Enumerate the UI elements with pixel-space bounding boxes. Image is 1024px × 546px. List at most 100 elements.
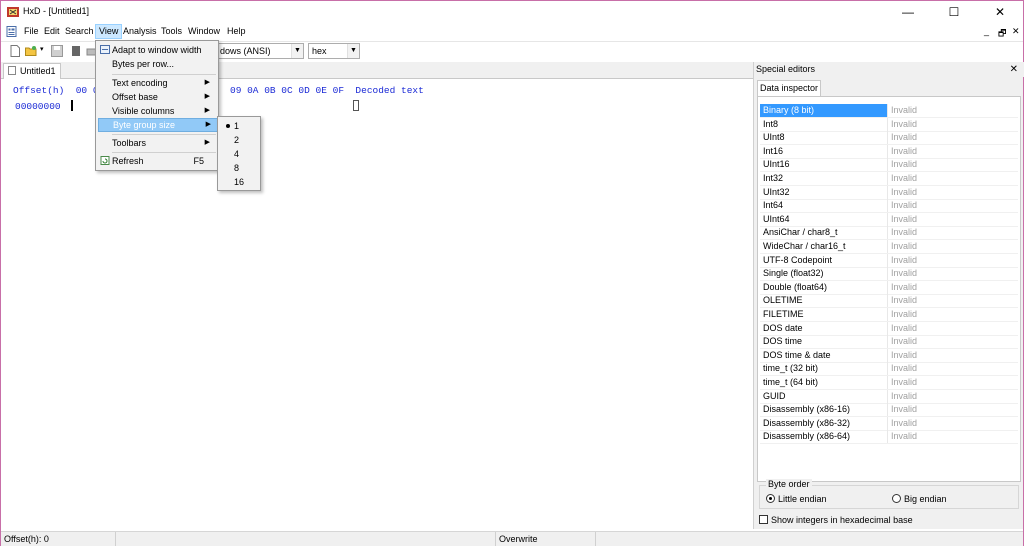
maximize-button[interactable]: ☐ (931, 1, 977, 23)
byte-group-option-4[interactable]: 4 (220, 147, 258, 161)
menu-analysis[interactable]: Analysis (120, 24, 160, 39)
inspector-row[interactable]: Disassembly (x86-16) Invalid (760, 403, 1018, 418)
offset-cell: 00000000 (15, 101, 61, 112)
inspector-value[interactable]: Invalid (891, 131, 917, 144)
inspector-row[interactable]: GUID Invalid (760, 389, 1018, 404)
title-bar: HxD - [Untitled1] — ☐ ✕ (1, 1, 1023, 23)
menu-edit[interactable]: Edit (41, 24, 63, 39)
inspector-row[interactable]: Int64 Invalid (760, 199, 1018, 214)
inspector-type-name: Single (float32) (760, 267, 888, 281)
encoding-select[interactable]: dows (ANSI) ▼ (216, 43, 304, 59)
inspector-row[interactable]: WideChar / char16_t Invalid (760, 240, 1018, 254)
open-file-icon[interactable] (25, 45, 37, 57)
mdi-restore-button[interactable]: 🗗 (998, 26, 1006, 42)
inspector-value[interactable]: Invalid (891, 240, 917, 253)
inspector-row[interactable]: UInt64 Invalid (760, 212, 1018, 227)
tab-untitled1[interactable]: Untitled1 (3, 63, 61, 79)
inspector-value[interactable]: Invalid (891, 213, 917, 226)
big-endian-radio[interactable]: Big endian (892, 494, 947, 504)
inspector-value[interactable]: Invalid (891, 267, 917, 280)
inspector-row[interactable]: Binary (8 bit) Invalid (760, 104, 1018, 118)
menu-item-text-encoding[interactable]: Text encoding ▶ (98, 76, 216, 90)
inspector-row[interactable]: UTF-8 Codepoint Invalid (760, 253, 1018, 268)
inspector-value[interactable]: Invalid (891, 362, 917, 375)
byte-group-option-16[interactable]: 16 (220, 175, 258, 189)
offset-base-select[interactable]: hex ▼ (308, 43, 360, 59)
close-button[interactable]: ✕ (977, 1, 1023, 23)
inspector-row[interactable]: DOS date Invalid (760, 321, 1018, 336)
inspector-value[interactable]: Invalid (891, 158, 917, 171)
inspector-value[interactable]: Invalid (891, 403, 917, 416)
tab-data-inspector[interactable]: Data inspector (757, 80, 821, 96)
inspector-value[interactable]: Invalid (891, 118, 917, 131)
inspector-type-name: UTF-8 Codepoint (760, 253, 888, 267)
inspector-value[interactable]: Invalid (891, 172, 917, 185)
inspector-row[interactable]: time_t (64 bit) Invalid (760, 376, 1018, 390)
inspector-type-name: DOS date (760, 321, 888, 335)
menu-item-visible-columns[interactable]: Visible columns ▶ (98, 104, 216, 118)
menu-file[interactable]: File (21, 24, 42, 39)
inspector-row[interactable]: DOS time & date Invalid (760, 348, 1018, 363)
menu-window[interactable]: Window (185, 24, 223, 39)
menu-search[interactable]: Search (62, 24, 97, 39)
inspector-row[interactable]: Single (float32) Invalid (760, 267, 1018, 282)
selected-bullet-icon (226, 124, 230, 128)
menu-item-adapt-width[interactable]: Adapt to window width (98, 43, 216, 57)
inspector-row[interactable]: AnsiChar / char8_t Invalid (760, 226, 1018, 241)
mdi-minimize-button[interactable]: _ (984, 26, 989, 36)
inspector-value[interactable]: Invalid (891, 417, 917, 430)
open-dropdown-arrow-icon[interactable]: ▾ (40, 45, 44, 53)
minimize-button[interactable]: — (885, 1, 931, 23)
hex-integers-checkbox[interactable]: Show integers in hexadecimal base (759, 515, 913, 525)
document-icon[interactable] (6, 26, 17, 37)
byte-group-option-8[interactable]: 8 (220, 161, 258, 175)
byte-order-legend: Byte order (766, 479, 812, 489)
inspector-row[interactable]: Int16 Invalid (760, 144, 1018, 159)
inspector-type-name: Int32 (760, 172, 888, 185)
mdi-close-button[interactable]: ✕ (1012, 26, 1020, 37)
inspector-value[interactable]: Invalid (891, 186, 917, 199)
inspector-row[interactable]: UInt32 Invalid (760, 185, 1018, 200)
inspector-row[interactable]: Int32 Invalid (760, 172, 1018, 186)
inspector-row[interactable]: DOS time Invalid (760, 335, 1018, 350)
inspector-row[interactable]: Int8 Invalid (760, 117, 1018, 132)
inspector-value[interactable]: Invalid (891, 199, 917, 212)
inspector-row[interactable]: time_t (32 bit) Invalid (760, 362, 1018, 377)
inspector-value[interactable]: Invalid (891, 104, 917, 117)
menu-item-refresh[interactable]: Refresh F5 (98, 154, 216, 168)
inspector-value[interactable]: Invalid (891, 226, 917, 239)
inspector-row[interactable]: Disassembly (x86-32) Invalid (760, 416, 1018, 431)
inspector-value[interactable]: Invalid (891, 294, 917, 307)
inspector-row[interactable]: Double (float64) Invalid (760, 280, 1018, 295)
inspector-value[interactable]: Invalid (891, 254, 917, 267)
menu-tools[interactable]: Tools (158, 24, 185, 39)
inspector-row[interactable]: UInt8 Invalid (760, 131, 1018, 146)
inspector-value[interactable]: Invalid (891, 390, 917, 403)
inspector-value[interactable]: Invalid (891, 430, 917, 443)
inspector-row[interactable]: OLETIME Invalid (760, 294, 1018, 309)
menu-help[interactable]: Help (224, 24, 249, 39)
inspector-row[interactable]: UInt16 Invalid (760, 158, 1018, 173)
menu-item-bytes-per-row[interactable]: Bytes per row... (98, 57, 216, 71)
byte-group-option-1[interactable]: 1 (220, 119, 258, 133)
close-icon[interactable]: ✕ (1010, 62, 1018, 77)
inspector-value[interactable]: Invalid (891, 308, 917, 321)
byte-group-option-2[interactable]: 2 (220, 133, 258, 147)
hex-caret (71, 100, 73, 111)
inspector-row[interactable]: Disassembly (x86-64) Invalid (760, 430, 1018, 445)
inspector-value[interactable]: Invalid (891, 145, 917, 158)
menu-item-toolbars[interactable]: Toolbars ▶ (98, 136, 216, 150)
inspector-value[interactable]: Invalid (891, 376, 917, 389)
menu-item-offset-base[interactable]: Offset base ▶ (98, 90, 216, 104)
inspector-value[interactable]: Invalid (891, 322, 917, 335)
menu-item-byte-group-size[interactable]: Byte group size ▶ (98, 118, 218, 132)
save-icon[interactable] (51, 45, 63, 57)
little-endian-radio[interactable]: Little endian (766, 494, 827, 504)
close-file-icon[interactable] (71, 45, 83, 57)
new-file-icon[interactable] (9, 45, 21, 57)
menu-view[interactable]: View (95, 24, 123, 39)
inspector-value[interactable]: Invalid (891, 349, 917, 362)
inspector-value[interactable]: Invalid (891, 335, 917, 348)
inspector-value[interactable]: Invalid (891, 281, 917, 294)
inspector-row[interactable]: FILETIME Invalid (760, 308, 1018, 322)
